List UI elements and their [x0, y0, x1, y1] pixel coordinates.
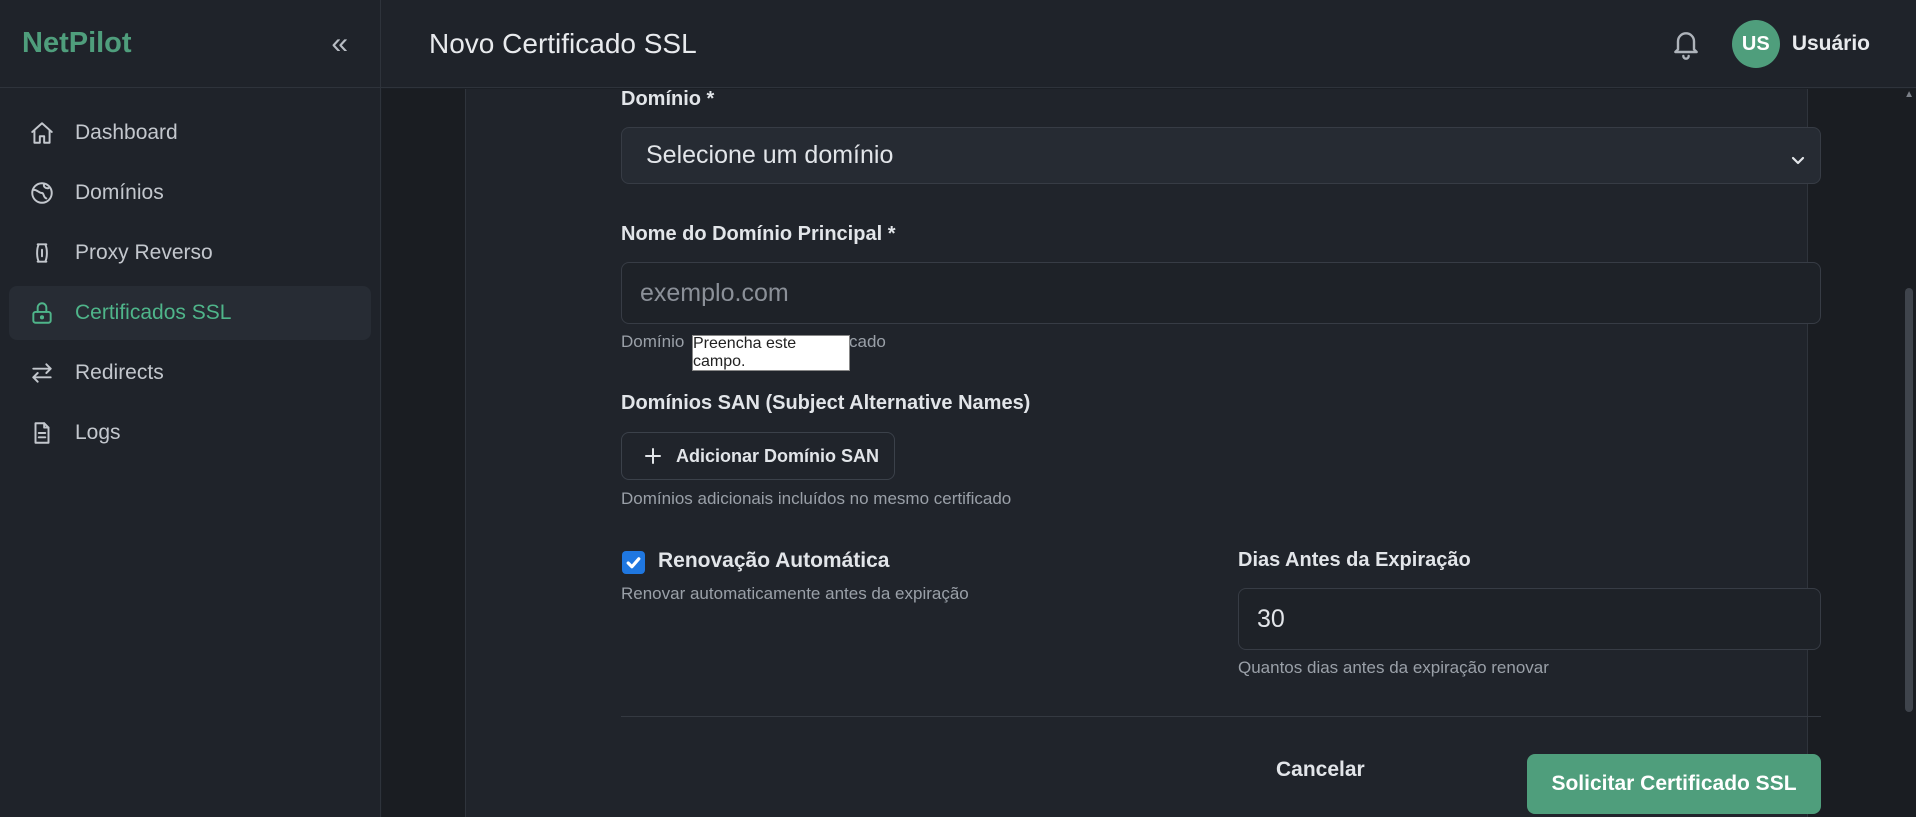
days-before-help: Quantos dias antes da expiração renovar — [1238, 658, 1549, 677]
main-domain-placeholder: exemplo.com — [640, 278, 789, 307]
sidebar-item-certificados-ssl[interactable]: Certificados SSL — [9, 286, 371, 340]
form-divider — [621, 716, 1821, 717]
main-domain-label: Nome do Domínio Principal * — [621, 223, 896, 245]
days-before-value: 30 — [1257, 604, 1285, 633]
user-area: US Usuário — [1670, 0, 1870, 88]
page-title: Novo Certificado SSL — [429, 27, 697, 59]
bell-icon[interactable] — [1670, 28, 1702, 60]
arrows-icon — [29, 360, 55, 386]
domain-select[interactable]: Selecione um domínio — [621, 127, 1821, 184]
brand-logo[interactable]: NetPilot — [22, 27, 132, 60]
san-label: Domínios SAN (Subject Alternative Names) — [621, 392, 1031, 414]
sidebar-item-label: Logs — [75, 421, 121, 444]
sidebar-item-label: Dashboard — [75, 121, 178, 144]
domain-select-value: Selecione um domínio — [646, 141, 894, 169]
cancel-button[interactable]: Cancelar — [1276, 758, 1365, 782]
auto-renew-help: Renovar automaticamente antes da expiraç… — [621, 584, 969, 603]
sidebar-item-label: Certificados SSL — [75, 301, 232, 324]
sidebar-item-redirects[interactable]: Redirects — [9, 346, 371, 400]
add-san-button[interactable]: Adicionar Domínio SAN — [621, 432, 895, 480]
avatar[interactable]: US — [1731, 20, 1780, 68]
sidebar-item-dominios[interactable]: Domínios — [9, 166, 371, 220]
sidebar-nav: Dashboard Domínios Proxy Reverso Certifi… — [0, 88, 380, 484]
collapse-sidebar-icon[interactable]: « — [331, 28, 348, 59]
main-domain-help-end: cado — [849, 332, 886, 351]
main-domain-help: Domínio — [621, 332, 685, 351]
main-content: Domínio * Selecione um domínio Nome do D… — [382, 88, 1916, 817]
submit-ssl-button[interactable]: Solicitar Certificado SSL — [1527, 754, 1821, 814]
domain-label: Domínio * — [621, 88, 715, 110]
proxy-icon — [29, 240, 55, 266]
days-before-input[interactable]: 30 — [1238, 588, 1821, 650]
days-before-label: Dias Antes da Expiração — [1238, 549, 1471, 571]
top-bar: Novo Certificado SSL US Usuário — [381, 0, 1916, 88]
add-san-label: Adicionar Domínio SAN — [676, 445, 880, 466]
auto-renew-label[interactable]: Renovação Automática — [658, 549, 889, 573]
chevron-down-icon — [1790, 146, 1806, 165]
scroll-up-icon[interactable]: ▲ — [1904, 89, 1914, 100]
user-name[interactable]: Usuário — [1792, 32, 1870, 56]
file-icon — [29, 420, 55, 446]
sidebar-item-label: Redirects — [75, 361, 164, 384]
sidebar-item-label: Proxy Reverso — [75, 241, 213, 264]
form-card: Domínio * Selecione um domínio Nome do D… — [465, 88, 1821, 817]
sidebar-item-dashboard[interactable]: Dashboard — [9, 106, 371, 160]
globe-icon — [29, 180, 55, 206]
san-help: Domínios adicionais incluídos no mesmo c… — [621, 489, 1012, 508]
scroll-thumb[interactable] — [1905, 288, 1913, 712]
sidebar: NetPilot « Dashboard Domínios Proxy Reve… — [0, 0, 381, 817]
lock-icon — [29, 300, 55, 326]
sidebar-item-logs[interactable]: Logs — [9, 406, 371, 460]
sidebar-header: NetPilot « — [0, 0, 380, 88]
auto-renew-checkbox[interactable] — [622, 551, 645, 574]
main-domain-input[interactable]: exemplo.com — [621, 262, 1821, 324]
validation-tooltip: Preencha este campo. — [692, 335, 850, 371]
scrollbar[interactable]: ▲ — [1902, 89, 1916, 817]
sidebar-item-proxy-reverso[interactable]: Proxy Reverso — [9, 226, 371, 280]
sidebar-item-label: Domínios — [75, 181, 164, 204]
plus-icon — [642, 445, 664, 467]
home-icon — [29, 120, 55, 146]
